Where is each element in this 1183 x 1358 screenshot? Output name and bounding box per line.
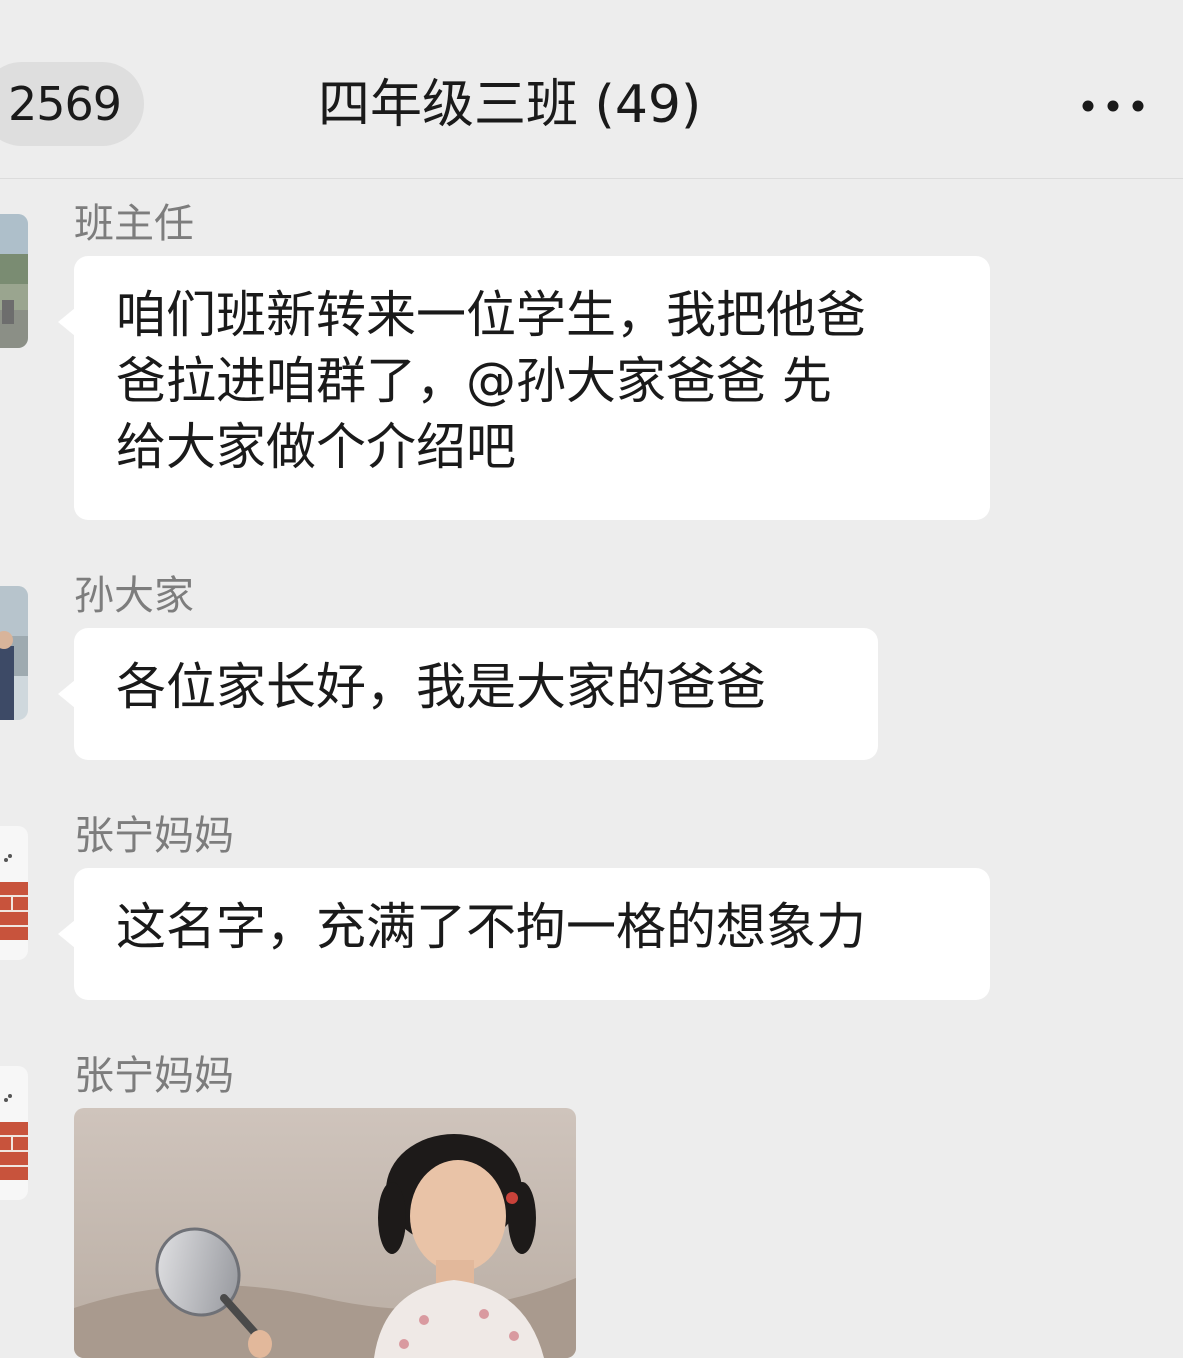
- message-bubble[interactable]: 这名字，充满了不拘一格的想象力: [74, 868, 990, 1000]
- sender-name: 张宁妈妈: [74, 813, 234, 859]
- avatar[interactable]: [0, 586, 28, 720]
- bubble-tail: [58, 920, 75, 948]
- avatar[interactable]: [0, 1066, 28, 1200]
- message-bubble[interactable]: 咱们班新转来一位学生，我把他爸 爸拉进咱群了，@孙大家爸爸 先 给大家做个介绍吧: [74, 256, 990, 520]
- avatar[interactable]: [0, 826, 28, 960]
- bubble-tail: [58, 308, 75, 336]
- photo: [74, 1108, 576, 1358]
- message-text-line: 爸拉进咱群了，@孙大家爸爸 先: [116, 352, 832, 410]
- avatar-photo: [0, 1066, 28, 1200]
- avatar-photo: [0, 826, 28, 960]
- message-text-line: 给大家做个介绍吧: [116, 418, 516, 476]
- sender-name: 张宁妈妈: [74, 1053, 234, 1099]
- message-bubble[interactable]: 各位家长好，我是大家的爸爸: [74, 628, 878, 760]
- sender-name: 班主任: [74, 201, 194, 247]
- unread-count[interactable]: 2569: [8, 72, 122, 136]
- avatar[interactable]: [0, 214, 28, 348]
- message-text-line: 咱们班新转来一位学生，我把他爸: [116, 286, 866, 344]
- message-text-line: 各位家长好，我是大家的爸爸: [116, 658, 766, 716]
- sender-name: 孙大家: [74, 573, 194, 619]
- avatar-photo: [0, 586, 28, 720]
- image-message[interactable]: [74, 1108, 576, 1358]
- more-horizontal-icon[interactable]: [1078, 96, 1148, 116]
- chat-header: 2569 四年级三班 (49): [0, 0, 1183, 179]
- bubble-tail: [58, 680, 75, 708]
- message-text-line: 这名字，充满了不拘一格的想象力: [116, 898, 866, 956]
- chat-title: 四年级三班 (49): [318, 75, 702, 135]
- avatar-photo: [0, 214, 28, 348]
